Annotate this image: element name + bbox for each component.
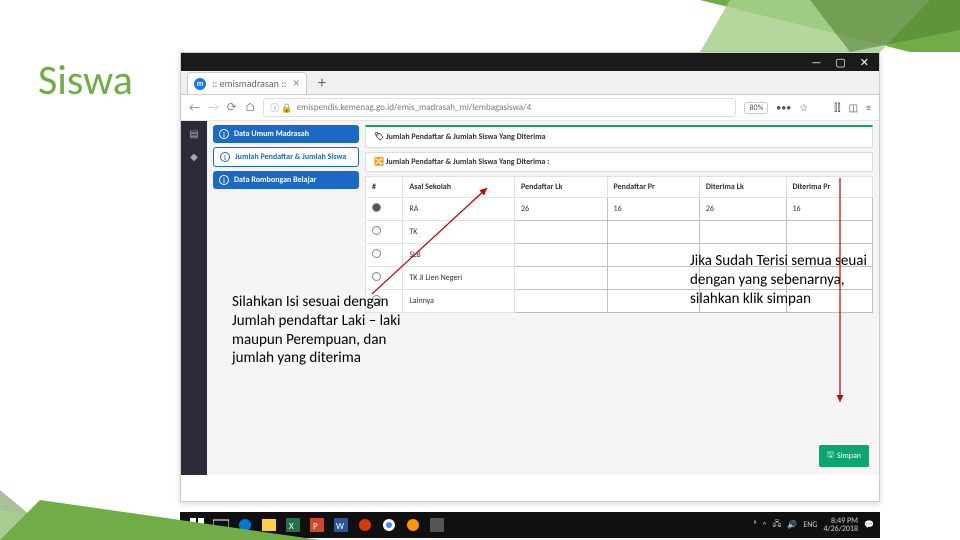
app-icon[interactable] — [426, 514, 448, 536]
reload-button[interactable]: ⟳ — [227, 100, 237, 115]
save-button[interactable]: 🖫 Simpan — [819, 445, 869, 467]
maximize-button[interactable]: ▢ — [835, 56, 845, 69]
row-select[interactable] — [366, 244, 403, 267]
cell-input[interactable] — [607, 267, 699, 290]
forward-button[interactable]: → — [208, 101, 219, 115]
table-row: RA26162616 — [366, 198, 873, 221]
tag-icon: 🏷 — [374, 132, 384, 142]
cell-input[interactable] — [514, 290, 607, 313]
cell-input[interactable]: 26 — [514, 198, 607, 221]
tray-chevron-icon[interactable]: ^ — [762, 520, 766, 530]
address-input[interactable]: ⓘ 🔒 emispendis.kemenag.go.id/emis_madras… — [263, 98, 736, 117]
cell-input[interactable] — [786, 221, 873, 244]
sidenav-item-data-umum[interactable]: i Data Umum Madrasah — [213, 125, 359, 143]
cell-input[interactable] — [607, 244, 699, 267]
close-button[interactable]: ✕ — [860, 56, 869, 69]
save-label: Simpan — [837, 451, 861, 461]
url-text: emispendis.kemenag.go.id/emis_madrasah_m… — [297, 102, 532, 113]
tab-close-icon[interactable]: ✕ — [292, 78, 300, 89]
zoom-badge[interactable]: 80% — [744, 102, 768, 114]
menu-icon[interactable]: ≡ — [866, 101, 871, 114]
app-rail: ▤ ◆ — [181, 121, 207, 475]
volume-icon[interactable]: 🔊 — [787, 520, 797, 530]
cell-input[interactable] — [607, 221, 699, 244]
sidenav-item-jumlah[interactable]: i Jumlah Pendaftar & Jumlah Siswa — [213, 147, 359, 167]
cell-input[interactable]: 26 — [699, 198, 786, 221]
panel-header: 🏷 Jumlah Pendaftar & Jumlah Siswa Yang D… — [365, 125, 873, 148]
row-label: TK — [403, 221, 515, 244]
lang-indicator[interactable]: ENG — [803, 520, 817, 530]
cell-input[interactable] — [514, 267, 607, 290]
cell-input[interactable]: 16 — [607, 198, 699, 221]
svg-text:W: W — [336, 521, 344, 532]
col-plk: Pendaftar Lk — [514, 177, 607, 198]
shuffle-icon: 🔀 — [374, 157, 384, 167]
slide-decoration-top — [700, 0, 960, 52]
col-dlk: Diterima Lk — [699, 177, 786, 198]
sidenav-label: Data Umum Madrasah — [234, 129, 309, 139]
callout-left: Silahkan Isi sesuai dengan Jumlah pendaf… — [232, 293, 422, 368]
rail-icon[interactable]: ▤ — [189, 127, 198, 140]
library-icon[interactable]: ⫿⫿ — [834, 101, 840, 114]
browser-tab[interactable]: m :: emismadrasan :: ✕ — [187, 72, 307, 94]
slide-title: Siswa — [38, 55, 133, 106]
chrome-icon[interactable] — [378, 514, 400, 536]
slide-decoration-bottom — [0, 480, 320, 540]
lock-icon: ⓘ 🔒 — [270, 101, 292, 114]
cell-input[interactable] — [514, 221, 607, 244]
tray-chevron-icon[interactable]: ᴿ — [754, 520, 757, 530]
url-bar: ← → ⟳ ⌂ ⓘ 🔒 emispendis.kemenag.go.id/emi… — [181, 95, 879, 121]
side-nav: i Data Umum Madrasah i Jumlah Pendaftar & … — [213, 125, 359, 193]
info-icon: i — [220, 152, 230, 162]
panel-subheader: 🔀 Jumlah Pendaftar & Jumlah Siswa Yang D… — [365, 152, 873, 172]
col-asal: Asal Sekolah — [403, 177, 515, 198]
info-icon: i — [219, 129, 229, 139]
col-dpr: Diterima Pr — [786, 177, 873, 198]
back-button[interactable]: ← — [189, 101, 200, 115]
sidenav-label: Data Rombongan Belajar — [234, 175, 316, 185]
firefox-icon[interactable] — [402, 514, 424, 536]
info-icon: i — [219, 175, 229, 185]
row-label: TK Jl Lien Negeri — [403, 267, 515, 290]
favicon: m — [194, 78, 206, 90]
table-row: TK — [366, 221, 873, 244]
row-select[interactable] — [366, 198, 403, 221]
row-label: SLB — [403, 244, 515, 267]
row-label: RA — [403, 198, 515, 221]
home-button[interactable]: ⌂ — [245, 101, 256, 115]
new-tab-button[interactable]: + — [311, 72, 333, 94]
cell-input[interactable] — [699, 221, 786, 244]
rail-icon[interactable]: ◆ — [190, 150, 198, 163]
network-icon[interactable]: 🖧 — [772, 518, 781, 532]
col-ppr: Pendaftar Pr — [607, 177, 699, 198]
sidenav-item-rombel[interactable]: i Data Rombongan Belajar — [213, 171, 359, 189]
minimize-button[interactable]: — — [811, 56, 821, 69]
sidenav-label: Jumlah Pendaftar & Jumlah Siswa — [235, 152, 346, 162]
window-titlebar: — ▢ ✕ — [181, 53, 879, 71]
cell-input[interactable]: 16 — [786, 198, 873, 221]
system-tray[interactable]: ᴿ ^ 🖧 🔊 ENG 8:49 PM4/26/2018 💬 — [754, 517, 874, 533]
clock-date: 4/26/2018 — [823, 524, 858, 534]
row-select[interactable] — [366, 221, 403, 244]
cell-input[interactable] — [514, 244, 607, 267]
tab-title: :: emismadrasan :: — [212, 77, 286, 90]
callout-right: Jika Sudah Terisi semua seuai dengan yan… — [690, 252, 890, 308]
star-icon[interactable]: ☆ — [799, 101, 808, 114]
office-icon[interactable] — [354, 514, 376, 536]
row-select[interactable] — [366, 267, 403, 290]
more-icon[interactable]: ••• — [776, 101, 791, 114]
col-select: # — [366, 177, 403, 198]
word-icon[interactable]: W — [330, 514, 352, 536]
cell-input[interactable] — [607, 290, 699, 313]
tab-bar: m :: emismadrasan :: ✕ + — [181, 71, 879, 95]
notifications-icon[interactable]: 💬 — [864, 520, 874, 530]
sidebar-icon[interactable]: ◫ — [849, 101, 858, 114]
